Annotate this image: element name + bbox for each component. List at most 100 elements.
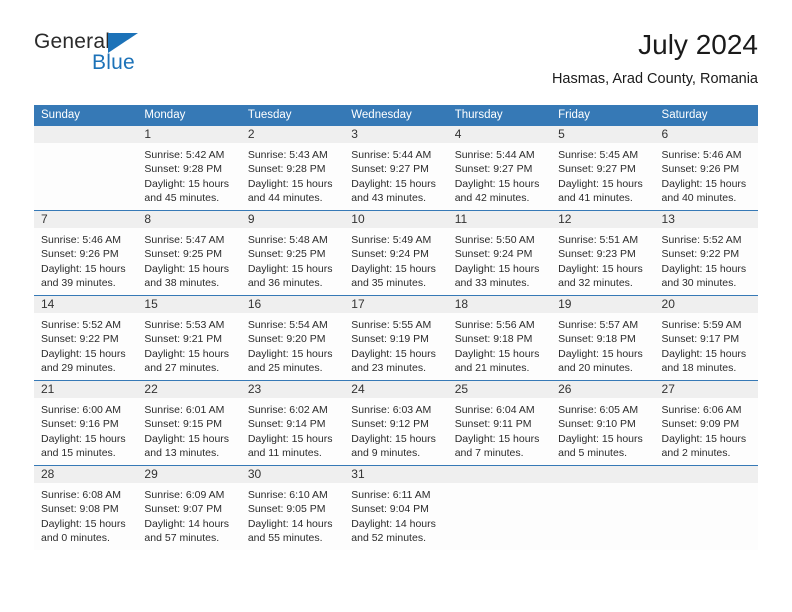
day-cell-content: 27 Sunrise: 6:06 AM Sunset: 9:09 PM Dayligh… [654, 381, 758, 465]
day-cell-content: 30 Sunrise: 6:10 AM Sunset: 9:05 PM Dayligh… [240, 466, 345, 550]
calendar-day-cell[interactable]: 9 Sunrise: 5:48 AM Sunset: 9:25 PM Daylight… [240, 210, 345, 296]
daylight-duration-line2: and 5 minutes. [558, 447, 627, 460]
sunrise-time: Sunrise: 5:49 AM [351, 234, 432, 246]
calendar-day-cell[interactable]: 13 Sunrise: 5:52 AM Sunset: 9:22 PM Dayligh… [654, 210, 758, 296]
day-cell-content: 18 Sunrise: 5:56 AM Sunset: 9:18 PM Dayligh… [447, 296, 552, 380]
daylight-duration-line2: and 2 minutes. [661, 447, 731, 460]
day-cell-content: 8 Sunrise: 5:47 AM Sunset: 9:25 PM Daylight… [137, 211, 241, 295]
day-number [551, 466, 655, 483]
calendar-day-cell[interactable]: 5 Sunrise: 5:45 AM Sunset: 9:27 PM Daylight… [551, 126, 655, 211]
day-cell-content: 9 Sunrise: 5:48 AM Sunset: 9:25 PM Daylight… [240, 211, 345, 295]
calendar-day-cell[interactable]: 24 Sunrise: 6:03 AM Sunset: 9:12 PM Dayligh… [344, 380, 448, 466]
calendar-day-cell[interactable]: 23 Sunrise: 6:02 AM Sunset: 9:14 PM Dayligh… [240, 380, 345, 466]
daylight-duration-line1: Daylight: 15 hours [558, 432, 643, 445]
sunset-time: Sunset: 9:21 PM [144, 333, 223, 346]
sunrise-time: Sunrise: 5:56 AM [454, 319, 535, 331]
calendar-day-cell[interactable] [551, 465, 655, 550]
calendar-day-cell[interactable]: 31 Sunrise: 6:11 AM Sunset: 9:04 PM Dayligh… [344, 465, 448, 550]
day-details: Sunrise: 5:51 AM Sunset: 9:23 PM Daylight:… [551, 228, 654, 291]
calendar-day-cell[interactable]: 26 Sunrise: 6:05 AM Sunset: 9:10 PM Dayligh… [551, 380, 655, 466]
day-cell-content: 17 Sunrise: 5:55 AM Sunset: 9:19 PM Dayligh… [344, 296, 448, 380]
sunset-time: Sunset: 9:07 PM [144, 503, 223, 516]
sunrise-time: Sunrise: 6:01 AM [144, 404, 225, 416]
calendar-day-cell[interactable]: 21 Sunrise: 6:00 AM Sunset: 9:16 PM Dayligh… [34, 380, 138, 466]
calendar-day-cell[interactable]: 20 Sunrise: 5:59 AM Sunset: 9:17 PM Dayligh… [654, 295, 758, 381]
day-number: 24 [344, 381, 448, 398]
calendar-day-cell[interactable] [34, 126, 138, 211]
daylight-duration-line1: Daylight: 15 hours [247, 432, 333, 445]
calendar-day-cell[interactable]: 14 Sunrise: 5:52 AM Sunset: 9:22 PM Dayligh… [34, 295, 138, 381]
day-number: 16 [240, 296, 345, 313]
weekday-header-saturday: Saturday [654, 105, 758, 126]
calendar-day-cell[interactable]: 4 Sunrise: 5:44 AM Sunset: 9:27 PM Daylight… [447, 126, 552, 211]
calendar-day-cell[interactable]: 25 Sunrise: 6:04 AM Sunset: 9:11 PM Dayligh… [447, 380, 552, 466]
day-cell-content: 15 Sunrise: 5:53 AM Sunset: 9:21 PM Dayligh… [137, 296, 241, 380]
day-number: 6 [654, 126, 758, 143]
calendar-week-row: 7 Sunrise: 5:46 AM Sunset: 9:26 PM Daylight… [34, 210, 758, 296]
day-number [447, 466, 552, 483]
calendar-day-cell[interactable]: 15 Sunrise: 5:53 AM Sunset: 9:21 PM Dayligh… [137, 295, 241, 381]
day-details: Sunrise: 5:45 AM Sunset: 9:27 PM Daylight:… [551, 143, 654, 206]
daylight-duration-line2: and 39 minutes. [41, 277, 116, 290]
calendar-day-cell[interactable] [654, 465, 758, 550]
sunrise-time: Sunrise: 6:03 AM [351, 404, 432, 416]
calendar-day-cell[interactable]: 17 Sunrise: 5:55 AM Sunset: 9:19 PM Dayligh… [344, 295, 448, 381]
calendar-day-cell[interactable]: 2 Sunrise: 5:43 AM Sunset: 9:28 PM Daylight… [240, 126, 345, 211]
day-cell-content: 25 Sunrise: 6:04 AM Sunset: 9:11 PM Dayligh… [447, 381, 552, 465]
day-number: 17 [344, 296, 448, 313]
calendar-day-cell[interactable]: 12 Sunrise: 5:51 AM Sunset: 9:23 PM Dayligh… [551, 210, 655, 296]
calendar-day-cell[interactable]: 7 Sunrise: 5:46 AM Sunset: 9:26 PM Daylight… [34, 210, 138, 296]
daylight-duration-line2: and 11 minutes. [247, 447, 322, 460]
day-details: Sunrise: 5:44 AM Sunset: 9:27 PM Daylight:… [344, 143, 447, 206]
day-cell-empty [34, 126, 138, 210]
calendar-day-cell[interactable]: 1 Sunrise: 5:42 AM Sunset: 9:28 PM Daylight… [137, 126, 241, 211]
calendar-day-cell[interactable]: 16 Sunrise: 5:54 AM Sunset: 9:20 PM Dayligh… [240, 295, 345, 381]
calendar-day-cell[interactable]: 10 Sunrise: 5:49 AM Sunset: 9:24 PM Dayligh… [344, 210, 448, 296]
day-number: 14 [34, 296, 138, 313]
calendar-day-cell[interactable]: 30 Sunrise: 6:10 AM Sunset: 9:05 PM Dayligh… [240, 465, 345, 550]
sunrise-time: Sunrise: 6:00 AM [41, 404, 121, 416]
day-cell-content: 28 Sunrise: 6:08 AM Sunset: 9:08 PM Dayligh… [34, 466, 138, 550]
day-number: 21 [34, 381, 138, 398]
calendar-day-cell[interactable]: 29 Sunrise: 6:09 AM Sunset: 9:07 PM Dayligh… [137, 465, 241, 550]
calendar-day-cell[interactable]: 28 Sunrise: 6:08 AM Sunset: 9:08 PM Dayligh… [34, 465, 138, 550]
daylight-duration-line1: Daylight: 15 hours [351, 177, 436, 190]
day-number: 11 [447, 211, 552, 228]
daylight-duration-line1: Daylight: 14 hours [351, 517, 436, 530]
calendar-day-cell[interactable]: 11 Sunrise: 5:50 AM Sunset: 9:24 PM Dayligh… [447, 210, 552, 296]
sunset-time: Sunset: 9:20 PM [247, 333, 326, 346]
sunset-time: Sunset: 9:18 PM [558, 333, 636, 346]
title-block: July 2024 Hasmas, Arad County, Romania [552, 28, 758, 90]
day-details: Sunrise: 6:09 AM Sunset: 9:07 PM Daylight:… [137, 483, 240, 546]
sunset-time: Sunset: 9:19 PM [351, 333, 429, 346]
sunset-time: Sunset: 9:09 PM [661, 418, 740, 431]
calendar-day-cell[interactable] [447, 465, 552, 550]
day-number: 13 [654, 211, 758, 228]
daylight-duration-line1: Daylight: 15 hours [144, 432, 230, 445]
calendar-day-cell[interactable]: 8 Sunrise: 5:47 AM Sunset: 9:25 PM Daylight… [137, 210, 241, 296]
calendar-day-cell[interactable]: 27 Sunrise: 6:06 AM Sunset: 9:09 PM Dayligh… [654, 380, 758, 466]
calendar-body: 1 Sunrise: 5:42 AM Sunset: 9:28 PM Daylight… [34, 126, 758, 550]
sunrise-time: Sunrise: 5:52 AM [661, 234, 742, 246]
daylight-duration-line2: and 7 minutes. [454, 447, 524, 460]
day-cell-content: 26 Sunrise: 6:05 AM Sunset: 9:10 PM Dayligh… [551, 381, 655, 465]
day-cell-content: 4 Sunrise: 5:44 AM Sunset: 9:27 PM Daylight… [447, 126, 552, 210]
daylight-duration-line2: and 52 minutes. [351, 532, 426, 545]
daylight-duration-line1: Daylight: 15 hours [144, 177, 230, 190]
page-header: General Blue July 2024 Hasmas, Arad Coun… [34, 28, 758, 98]
day-number: 28 [34, 466, 138, 483]
day-cell-content: 22 Sunrise: 6:01 AM Sunset: 9:15 PM Dayligh… [137, 381, 241, 465]
calendar-day-cell[interactable]: 19 Sunrise: 5:57 AM Sunset: 9:18 PM Dayligh… [551, 295, 655, 381]
daylight-duration-line1: Daylight: 14 hours [144, 517, 230, 530]
sunrise-time: Sunrise: 5:42 AM [144, 149, 225, 161]
sunset-time: Sunset: 9:24 PM [454, 248, 533, 261]
calendar-day-cell[interactable]: 18 Sunrise: 5:56 AM Sunset: 9:18 PM Dayligh… [447, 295, 552, 381]
day-cell-content: 3 Sunrise: 5:44 AM Sunset: 9:27 PM Daylight… [344, 126, 448, 210]
day-details: Sunrise: 5:56 AM Sunset: 9:18 PM Daylight:… [448, 313, 551, 376]
daylight-duration-line1: Daylight: 15 hours [247, 262, 333, 275]
calendar-day-cell[interactable]: 3 Sunrise: 5:44 AM Sunset: 9:27 PM Daylight… [344, 126, 448, 211]
sunset-time: Sunset: 9:05 PM [247, 503, 326, 516]
calendar-day-cell[interactable]: 6 Sunrise: 5:46 AM Sunset: 9:26 PM Daylight… [654, 126, 758, 211]
general-blue-logo[interactable]: General Blue [34, 30, 164, 80]
calendar-day-cell[interactable]: 22 Sunrise: 6:01 AM Sunset: 9:15 PM Dayligh… [137, 380, 241, 466]
